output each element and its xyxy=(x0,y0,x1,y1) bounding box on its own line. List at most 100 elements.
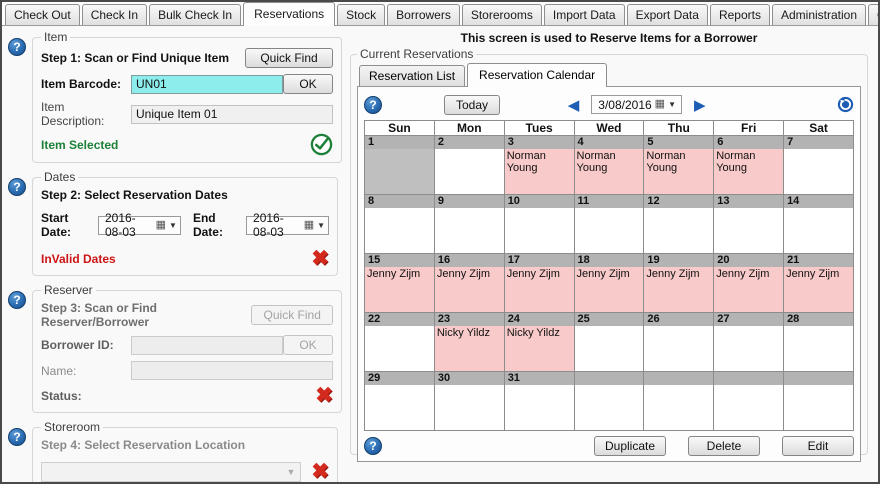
tab-stock[interactable]: Stock xyxy=(337,4,385,25)
calendar-day-cell[interactable]: 21Jenny Zijm xyxy=(784,254,854,313)
next-day-arrow[interactable]: ▶ xyxy=(690,96,710,114)
calendar-day-cell[interactable]: 12 xyxy=(644,195,714,254)
calendar-day-number: 15 xyxy=(365,254,434,267)
calendar-day-number: 24 xyxy=(505,313,574,326)
tab-bulk-check-in[interactable]: Bulk Check In xyxy=(149,4,241,25)
calendar-day-cell[interactable]: 5Norman Young xyxy=(644,136,714,195)
end-date-picker[interactable]: 2016-08-03 ▦ ▼ xyxy=(246,216,329,235)
tab-export-data[interactable]: Export Data xyxy=(627,4,708,25)
previous-day-arrow[interactable]: ◀ xyxy=(564,96,584,114)
tab-reservation-list[interactable]: Reservation List xyxy=(359,65,465,86)
refresh-icon[interactable] xyxy=(837,96,854,113)
calendar-day-cell[interactable]: 20Jenny Zijm xyxy=(714,254,784,313)
calendar-day-cell[interactable]: 31 xyxy=(504,372,574,431)
calendar-day-body xyxy=(435,385,504,430)
help-icon[interactable]: ? xyxy=(364,437,382,455)
item-barcode-input[interactable] xyxy=(131,75,283,94)
calendar-day-cell[interactable]: 19Jenny Zijm xyxy=(644,254,714,313)
help-icon[interactable]: ? xyxy=(8,291,26,309)
borrower-ok-button[interactable]: OK xyxy=(283,335,333,355)
calendar-date-picker[interactable]: 3/08/2016 ▦ ▼ xyxy=(591,95,682,114)
calendar-day-number: 10 xyxy=(505,195,574,208)
calendar-day-cell[interactable]: 2 xyxy=(434,136,504,195)
quick-find-borrower-button[interactable]: Quick Find xyxy=(251,305,333,325)
calendar-day-number xyxy=(575,372,644,385)
calendar-day-cell[interactable] xyxy=(574,372,644,431)
calendar-day-cell[interactable]: 17Jenny Zijm xyxy=(504,254,574,313)
calendar-day-cell[interactable]: 7 xyxy=(784,136,854,195)
calendar-day-cell[interactable]: 1 xyxy=(365,136,435,195)
storeroom-combobox[interactable]: ▼ xyxy=(41,462,301,482)
tab-reservation-calendar[interactable]: Reservation Calendar xyxy=(467,63,607,87)
calendar-day-cell[interactable]: 22 xyxy=(365,313,435,372)
item-ok-button[interactable]: OK xyxy=(283,74,333,94)
tab-administration[interactable]: Administration xyxy=(772,4,866,25)
reservation-calendar-page: ? Today ◀ 3/08/2016 ▦ ▼ ▶ xyxy=(357,86,861,462)
help-icon[interactable]: ? xyxy=(8,428,26,446)
help-icon[interactable]: ? xyxy=(8,178,26,196)
calendar-day-number: 3 xyxy=(505,136,574,149)
calendar-day-cell[interactable] xyxy=(714,372,784,431)
tab-quick-start[interactable]: Quick Start xyxy=(868,4,880,25)
calendar-day-cell[interactable]: 16Jenny Zijm xyxy=(434,254,504,313)
tab-borrowers[interactable]: Borrowers xyxy=(387,4,460,25)
calendar-day-cell[interactable]: 27 xyxy=(714,313,784,372)
calendar-day-cell[interactable]: 4Norman Young xyxy=(574,136,644,195)
calendar-day-cell[interactable]: 29 xyxy=(365,372,435,431)
calendar-day-cell[interactable]: 23Nicky Yildz xyxy=(434,313,504,372)
calendar-day-cell[interactable]: 28 xyxy=(784,313,854,372)
start-date-picker[interactable]: 2016-08-03 ▦ ▼ xyxy=(98,216,181,235)
calendar-day-body xyxy=(435,149,504,194)
calendar-day-cell[interactable]: 3Norman Young xyxy=(504,136,574,195)
tab-check-in[interactable]: Check In xyxy=(82,4,147,25)
calendar-day-number: 28 xyxy=(784,313,853,326)
current-reservations-legend: Current Reservations xyxy=(357,47,476,61)
calendar-day-cell[interactable]: 10 xyxy=(504,195,574,254)
storeroom-invalid-x-icon: ✖ xyxy=(311,461,329,482)
tab-reservations[interactable]: Reservations xyxy=(243,2,335,26)
borrower-name-field xyxy=(131,361,333,380)
reservation-entry: Jenny Zijm xyxy=(575,267,644,312)
calendar-day-cell[interactable]: 6Norman Young xyxy=(714,136,784,195)
calendar-day-number: 11 xyxy=(575,195,644,208)
duplicate-button[interactable]: Duplicate xyxy=(594,436,666,456)
calendar-day-cell[interactable] xyxy=(784,372,854,431)
main-tab-bar: Check OutCheck InBulk Check InReservatio… xyxy=(2,2,878,26)
calendar-day-cell[interactable] xyxy=(644,372,714,431)
reservation-entry: Nicky Yildz xyxy=(505,326,574,371)
calendar-day-number: 18 xyxy=(575,254,644,267)
current-reservations-panel: This screen is used to Reserve Items for… xyxy=(348,26,878,479)
edit-button[interactable]: Edit xyxy=(782,436,854,456)
dropdown-arrow-icon: ▼ xyxy=(317,221,325,230)
delete-button[interactable]: Delete xyxy=(688,436,760,456)
reservation-entry: Norman Young xyxy=(505,149,574,194)
reservation-entry: Jenny Zijm xyxy=(435,267,504,312)
calendar-day-cell[interactable]: 8 xyxy=(365,195,435,254)
quick-find-item-button[interactable]: Quick Find xyxy=(245,48,333,68)
calendar-day-cell[interactable]: 11 xyxy=(574,195,644,254)
reservation-entry: Jenny Zijm xyxy=(784,267,853,312)
borrower-id-input[interactable] xyxy=(131,336,283,355)
calendar-day-cell[interactable]: 14 xyxy=(784,195,854,254)
calendar-day-cell[interactable]: 9 xyxy=(434,195,504,254)
help-icon[interactable]: ? xyxy=(8,38,26,56)
dates-group-legend: Dates xyxy=(41,170,78,184)
calendar-day-body xyxy=(784,385,853,430)
calendar-day-cell[interactable]: 30 xyxy=(434,372,504,431)
calendar-day-number: 5 xyxy=(644,136,713,149)
start-date-label: Start Date: xyxy=(41,211,92,239)
calendar-day-cell[interactable]: 24Nicky Yildz xyxy=(504,313,574,372)
calendar-day-cell[interactable]: 18Jenny Zijm xyxy=(574,254,644,313)
borrower-id-label: Borrower ID: xyxy=(41,338,131,352)
help-icon[interactable]: ? xyxy=(364,96,382,114)
tab-check-out[interactable]: Check Out xyxy=(5,4,80,25)
today-button[interactable]: Today xyxy=(444,95,500,115)
tab-storerooms[interactable]: Storerooms xyxy=(462,4,542,25)
calendar-day-cell[interactable]: 25 xyxy=(574,313,644,372)
calendar-day-header: Wed xyxy=(574,121,644,136)
tab-import-data[interactable]: Import Data xyxy=(544,4,625,25)
tab-reports[interactable]: Reports xyxy=(710,4,770,25)
calendar-day-cell[interactable]: 13 xyxy=(714,195,784,254)
calendar-day-cell[interactable]: 26 xyxy=(644,313,714,372)
calendar-day-cell[interactable]: 15Jenny Zijm xyxy=(365,254,435,313)
